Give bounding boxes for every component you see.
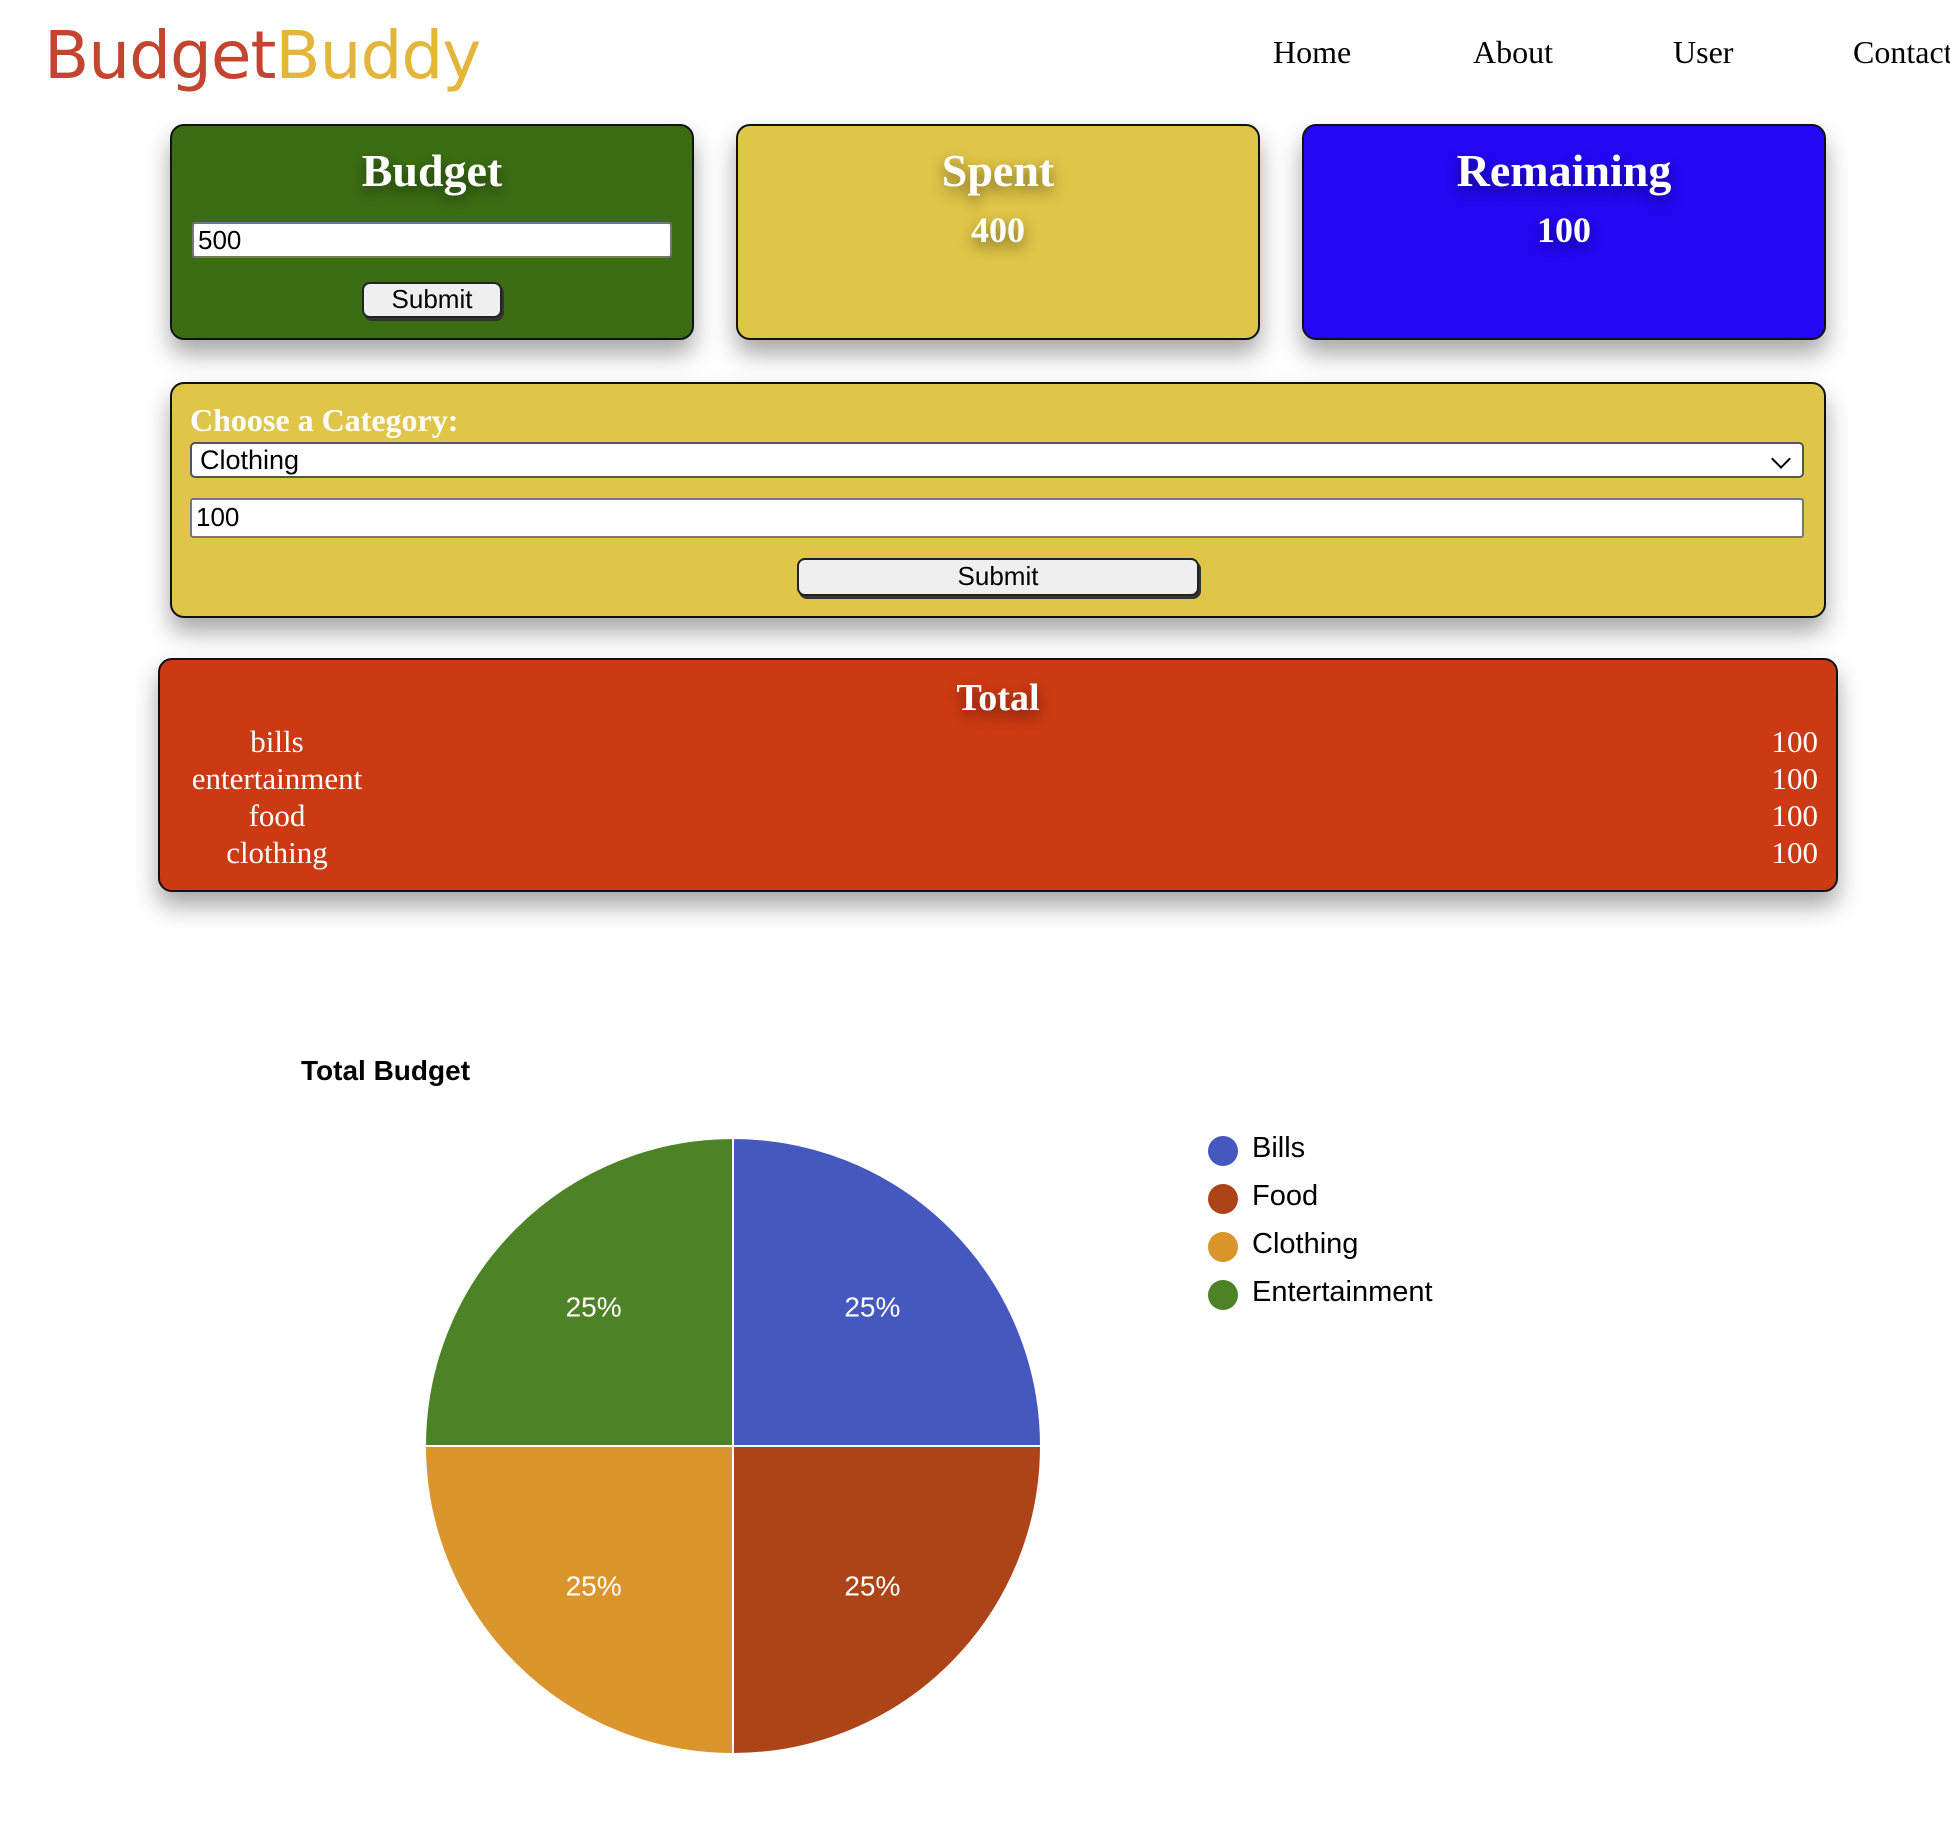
legend-dot bbox=[1208, 1136, 1238, 1166]
legend-label: Bills bbox=[1252, 1132, 1306, 1164]
pie-slice-entertainment bbox=[423, 1136, 734, 1447]
total-row: food 100 bbox=[158, 798, 1838, 835]
pie-slice-food bbox=[732, 1445, 1043, 1756]
pie-slice-label: 25% bbox=[566, 1570, 622, 1601]
total-section: Total bills 100 entertainment 100 food 100 … bbox=[158, 0, 1838, 900]
total-row-name: food bbox=[248, 798, 306, 833]
pie-slice-bills bbox=[732, 1136, 1043, 1447]
chart-title: Total Budget bbox=[301, 1055, 471, 1086]
legend-dot bbox=[1208, 1280, 1238, 1310]
legend-label: Entertainment bbox=[1252, 1276, 1433, 1308]
pie-slice-label: 25% bbox=[566, 1292, 622, 1323]
nav-contact-link[interactable]: Contact bbox=[1853, 34, 1950, 71]
total-title: Total bbox=[956, 677, 1040, 719]
legend-label: Food bbox=[1252, 1180, 1319, 1212]
total-row-value: 100 bbox=[1771, 798, 1819, 833]
total-row-value: 100 bbox=[1771, 835, 1819, 870]
total-row-name: entertainment bbox=[191, 761, 363, 796]
total-row-value: 100 bbox=[1771, 761, 1819, 796]
legend-label: Clothing bbox=[1252, 1228, 1359, 1260]
pie-slice-label: 25% bbox=[844, 1292, 900, 1323]
pie-slice-label: 25% bbox=[844, 1570, 900, 1601]
total-row-value: 100 bbox=[1771, 724, 1819, 759]
total-row-name: clothing bbox=[226, 835, 328, 870]
legend-dot bbox=[1208, 1184, 1238, 1214]
pie-slice-clothing bbox=[423, 1445, 734, 1756]
total-row: entertainment 100 bbox=[158, 761, 1838, 798]
total-row: clothing 100 bbox=[158, 835, 1838, 872]
total-row: bills 100 bbox=[158, 724, 1838, 761]
total-row-name: bills bbox=[250, 724, 304, 759]
legend-dot bbox=[1208, 1232, 1238, 1262]
